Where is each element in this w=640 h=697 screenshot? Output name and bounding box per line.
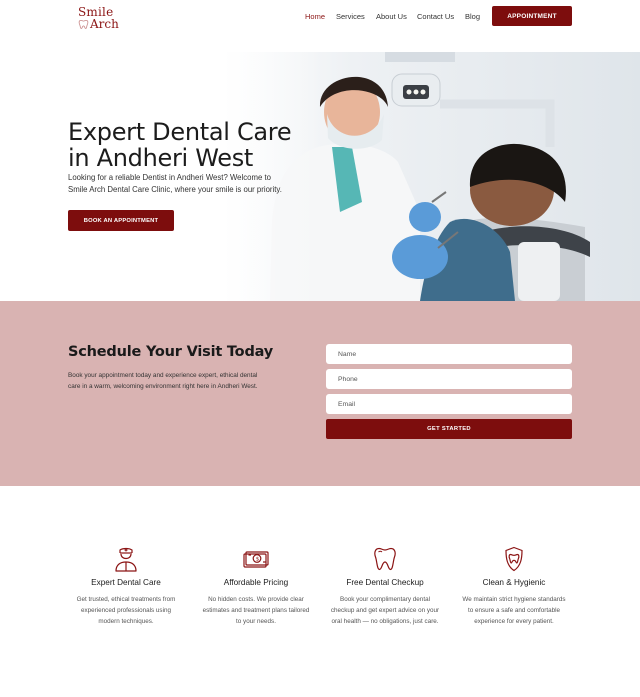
feature-text: Book your complimentary dental checkup a… (330, 596, 440, 625)
hero-description: Looking for a reliable Dentist in Andher… (68, 173, 282, 194)
logo-text-bottom: Arch (90, 17, 119, 31)
site-header: Smile Arch Home Services About Us Contac… (0, 0, 640, 52)
svg-text:$: $ (256, 557, 260, 563)
nav-contact-us[interactable]: Contact Us (417, 12, 454, 21)
feature-title: Clean & Hygienic (482, 578, 546, 587)
nav-services[interactable]: Services (336, 12, 365, 21)
tooth-icon (374, 547, 396, 571)
hero-section: Expert Dental Care in Andheri West Looki… (0, 52, 640, 301)
features-section: Expert Dental Care Get trusted, ethical … (0, 486, 640, 697)
feature-title: Free Dental Checkup (346, 578, 424, 587)
feature-expert-care: Expert Dental Care Get trusted, ethical … (71, 546, 181, 627)
nav-about-us[interactable]: About Us (376, 12, 407, 21)
schedule-section: Schedule Your Visit Today Book your appo… (0, 301, 640, 486)
feature-free-checkup: Free Dental Checkup Book your compliment… (330, 546, 440, 627)
hero-title: Expert Dental Care in Andheri West (68, 118, 292, 172)
feature-title: Expert Dental Care (91, 578, 161, 587)
dentist-icon (115, 547, 137, 572)
nav-home[interactable]: Home (305, 12, 325, 21)
feature-text: No hidden costs. We provide clear estima… (202, 596, 310, 625)
hygiene-icon (505, 546, 523, 572)
email-field[interactable]: Email (326, 394, 572, 414)
name-field[interactable]: Name (326, 344, 572, 364)
feature-text: We maintain strict hygiene standards to … (462, 596, 566, 625)
get-started-button[interactable]: GET STARTED (326, 419, 572, 439)
feature-text: Get trusted, ethical treatments from exp… (76, 596, 176, 625)
tooth-logo-icon (78, 19, 89, 30)
nav-blog[interactable]: Blog (465, 12, 480, 21)
schedule-description: Book your appointment today and experien… (68, 372, 258, 390)
feature-affordable-pricing: $ Affordable Pricing No hidden costs. We… (201, 546, 311, 627)
phone-field[interactable]: Phone (326, 369, 572, 389)
money-icon: $ (243, 551, 269, 568)
appointment-button[interactable]: APPOINTMENT (492, 6, 572, 26)
logo[interactable]: Smile Arch (78, 5, 128, 31)
book-appointment-button[interactable]: BOOK AN APPOINTMENT (68, 210, 174, 231)
feature-clean-hygienic: Clean & Hygienic We maintain strict hygi… (459, 546, 569, 627)
schedule-title: Schedule Your Visit Today (68, 344, 274, 360)
feature-title: Affordable Pricing (223, 578, 289, 587)
